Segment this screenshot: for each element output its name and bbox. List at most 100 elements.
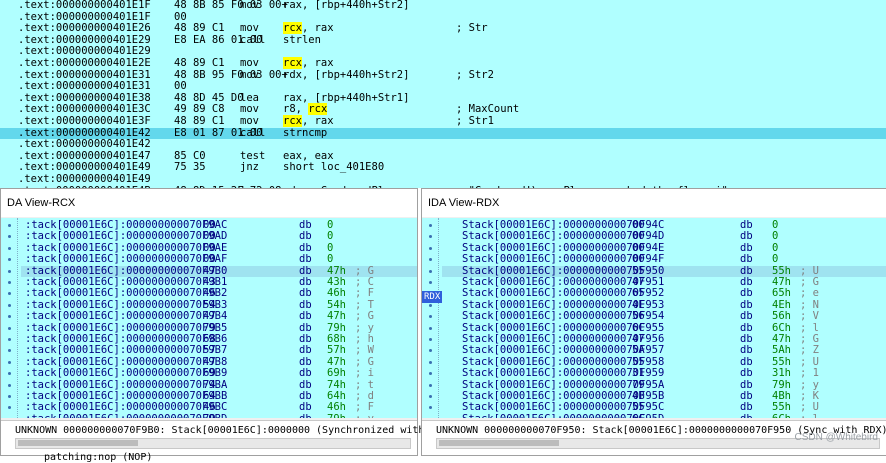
horizontal-scrollbar-rcx[interactable] [15,438,411,449]
scroll-thumb[interactable] [18,440,138,446]
gutter-dot [429,281,432,284]
gutter-dot [8,224,11,227]
watermark: CSDN @Whitebird [794,432,878,443]
row-value: 69h [327,367,346,380]
asm-operands: rcx, rax [283,115,334,128]
panel-title-rdx[interactable]: IDA View-RDX [422,189,886,217]
row-comment: ; y [355,413,374,418]
row-byte: 79 [203,413,216,418]
highlighted-register: rcx [308,103,328,116]
row-byte: 6C [632,413,645,418]
hex-row[interactable]: Stack[00001E6C]:000000000070F954 56 db 56h;… [442,310,886,323]
row-address: :tack[00001E6C]:000000000070F9B4 [25,310,228,323]
row-value: 6Ch [772,413,791,418]
gutter-dot [429,395,432,398]
row-comment: ; l [800,413,819,418]
hex-listing-rdx[interactable]: Stack[00001E6C]:000000000070F94C 00 db 0 Sta… [422,218,886,418]
row-byte: 56 [632,310,645,323]
row-directive: db [299,367,312,380]
highlighted-register: rcx [283,57,302,69]
gutter-dot [8,315,11,319]
asm-operands: rax, [rbp+440h+Str2] [283,0,410,11]
row-directive: db [299,310,312,323]
hex-row[interactable]: :tack[00001E6C]:000000000070F9B9 69 db 69h;… [21,367,417,380]
gutter-dot [429,338,432,341]
gutter-dot [429,303,432,307]
asm-address: .text:000000000401E1F [18,0,151,11]
asm-line[interactable]: .text:000000000401E1F 48 8B 85 F0 03 00+ m… [0,0,886,12]
row-byte: 47 [203,310,216,323]
asm-mnemonic: jnz [240,161,259,174]
panel-title-rcx[interactable]: DA View-RCX [1,189,417,217]
row-comment: ; i [355,367,374,380]
row-byte: 31 [632,367,645,380]
asm-line[interactable]: .text:000000000401E2E 48 89 C1 mov rcx, rax [0,57,886,70]
asm-operands: rdx, [rbp+440h+Str2] [283,68,410,81]
gutter-rcx [1,218,18,418]
gutter-dot [8,235,11,239]
scroll-thumb[interactable] [439,440,559,446]
asm-comment: ; Str [456,22,488,35]
asm-bytes: 48 89 C1 [174,115,225,127]
row-byte: 00 [632,253,645,266]
row-comment: ; 1 [800,367,819,380]
row-directive: db [299,413,312,418]
ida-view-rcx-panel[interactable]: DA View-RCX :tack[00001E6C]:000000000070… [0,188,455,456]
gutter-dot [429,326,432,330]
hex-row[interactable]: Stack[00001E6C]:000000000070F94F 00 db 0 [442,253,886,266]
disassembly-view[interactable]: .text:000000000401E1F 48 8B 85 F0 03 00+ m… [0,0,886,188]
row-address: :tack[00001E6C]:000000000070F9AF [25,253,228,266]
patching-status-text: patching:nop (NOP) [44,452,153,463]
operand-rest: r8, [283,103,309,116]
row-value: 0 [772,253,779,266]
hex-row[interactable]: :tack[00001E6C]:000000000070F9B4 47 db 47h;… [21,310,417,323]
row-byte: 00 [203,253,216,266]
row-directive: db [740,367,753,380]
asm-operands: rcx, rax [283,57,334,70]
row-directive: db [740,413,753,418]
gutter-dot [429,315,432,319]
row-value: 79h [327,413,346,418]
row-address: :tack[00001E6C]:000000000070F9BD [25,413,227,418]
asm-address: .text:000000000401E3F [18,115,151,127]
gutter-dot [8,395,11,398]
gutter-dot [8,326,11,330]
asm-mnemonic: call [240,33,266,46]
hex-listing-rcx[interactable]: :tack[00001E6C]:000000000070F9AC 00 db 0:ta… [1,218,417,418]
asm-bytes: 48 8B 85 F0 03 00+ [174,0,288,11]
row-directive: db [740,253,753,266]
asm-line[interactable]: .text:000000000401E3F 48 89 C1 mov rcx, rax… [0,115,886,128]
asm-operands: short loc_401E80 [283,161,385,174]
hex-row[interactable]: :tack[00001E6C]:000000000070F9AF 00 db 0 [21,253,417,266]
operand-rest: , rax [301,57,334,69]
highlighted-register: rcx [283,22,302,35]
row-directive: db [740,310,753,323]
gutter-dot [8,303,11,307]
ida-view-rdx-panel[interactable]: IDA View-RDX Stack[00001E6C]:00000000007… [421,188,886,456]
asm-bytes: 75 35 [174,161,206,174]
gutter-dot [429,269,432,273]
hex-row[interactable]: Stack[00001E6C]:000000000070F959 31 db 31h;… [442,367,886,380]
hex-row[interactable]: Stack[00001E6C]:000000000070F95D6Cdb6Ch;… [442,413,886,418]
gutter-dot [429,235,432,239]
row-byte: 69 [203,367,216,380]
asm-mnemonic: call [240,126,266,139]
hex-row[interactable]: :tack[00001E6C]:000000000070F9BD79 db 79h;… [21,413,417,418]
gutter-dot [8,383,11,387]
asm-bytes: 48 89 C1 [174,57,225,69]
operand-rest: , rax [301,22,334,35]
row-address: :tack[00001E6C]:000000000070F9B9 [25,367,228,380]
gutter-dot [8,360,11,364]
asm-mnemonic: mov [240,115,259,127]
asm-line[interactable]: .text:000000000401E49 [0,173,886,186]
gutter-rdx [422,218,439,418]
status-text-rcx: UNKNOWN 000000000070F9B0: Stack[00001E6C… [15,425,455,436]
asm-operands: strncmp [283,126,328,139]
gutter-dot [8,246,11,250]
row-comment: ; G [355,310,374,323]
gutter-dot [429,349,432,353]
asm-address: .text:000000000401E49 [18,173,151,185]
rdx-marker: RDX [422,291,443,303]
asm-comment: ; Str1 [456,115,494,127]
row-value: 31h [772,367,791,380]
